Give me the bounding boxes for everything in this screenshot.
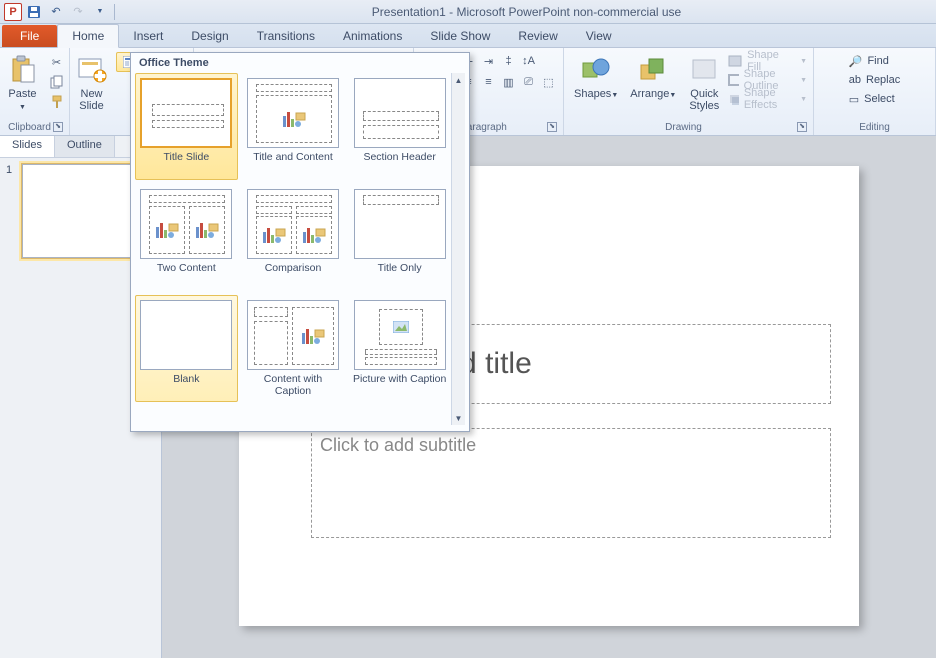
- binoculars-icon: 🔎: [849, 55, 863, 68]
- ribbon-tabs: File Home Insert Design Transitions Anim…: [0, 24, 936, 48]
- cursor-icon: ▭: [849, 93, 859, 106]
- arrange-button[interactable]: Arrange▼: [626, 52, 680, 104]
- window-title: Presentation1 - Microsoft PowerPoint non…: [117, 5, 936, 19]
- ribbon: Paste▼ ✂ Clipboard⬊ New Slide Layout ▼: [0, 48, 936, 136]
- layout-option-label: Picture with Caption: [353, 373, 446, 397]
- tab-home[interactable]: Home: [57, 24, 119, 48]
- quickstyles-button[interactable]: Quick Styles: [684, 52, 724, 114]
- justify-icon[interactable]: ≡: [480, 73, 498, 91]
- app-icon[interactable]: P: [4, 3, 22, 21]
- select-button[interactable]: ▭Select: [847, 90, 903, 108]
- find-button[interactable]: 🔎Find: [847, 52, 903, 70]
- paste-label: Paste: [8, 88, 36, 100]
- layout-option-label: Comparison: [265, 262, 322, 286]
- subtitle-placeholder[interactable]: Click to add subtitle: [311, 428, 831, 538]
- redo-icon[interactable]: ↷: [68, 2, 88, 22]
- inc-indent-icon[interactable]: ⇥: [480, 52, 498, 70]
- shape-effects-button[interactable]: Shape Effects▼: [728, 90, 807, 108]
- scroll-down-icon[interactable]: ▼: [452, 411, 465, 425]
- layout-option[interactable]: Title Only: [348, 184, 451, 291]
- layout-option[interactable]: Content with Caption: [242, 295, 345, 402]
- layout-gallery: Office Theme Title Slide Title and Conten…: [130, 52, 470, 432]
- file-tab[interactable]: File: [2, 25, 57, 47]
- layout-option-label: Blank: [173, 373, 199, 397]
- copy-icon[interactable]: [47, 72, 67, 92]
- save-icon[interactable]: [24, 2, 44, 22]
- tab-insert[interactable]: Insert: [119, 25, 177, 47]
- new-slide-button[interactable]: New Slide: [72, 52, 112, 114]
- panel-tab-slides[interactable]: Slides: [0, 136, 55, 157]
- replace-button[interactable]: abReplac: [847, 71, 903, 89]
- columns-icon[interactable]: ▥: [500, 73, 518, 91]
- qat-dropdown-icon[interactable]: ▼: [90, 2, 110, 22]
- shapes-label: Shapes: [574, 88, 611, 100]
- editing-group-label: Editing: [820, 121, 929, 135]
- group-drawing: Shapes▼ Arrange▼ Quick Styles Shape Fill…: [564, 48, 814, 135]
- layout-option-label: Title and Content: [253, 151, 333, 175]
- cut-icon[interactable]: ✂: [47, 52, 67, 72]
- quickstyles-label: Quick Styles: [689, 88, 719, 112]
- layout-option-label: Title Slide: [163, 151, 209, 175]
- drawing-group-label: Drawing: [665, 122, 702, 133]
- format-painter-icon[interactable]: [47, 92, 67, 112]
- title-bar: P ↶ ↷ ▼ Presentation1 - Microsoft PowerP…: [0, 0, 936, 24]
- layout-option[interactable]: Title and Content: [242, 73, 345, 180]
- layout-option[interactable]: Section Header: [348, 73, 451, 180]
- new-slide-label: New Slide: [79, 88, 103, 112]
- scroll-up-icon[interactable]: ▲: [452, 73, 465, 87]
- group-clipboard: Paste▼ ✂ Clipboard⬊: [0, 48, 70, 135]
- layout-option-label: Two Content: [157, 262, 216, 286]
- layout-option-label: Section Header: [363, 151, 435, 175]
- gallery-heading: Office Theme: [131, 53, 469, 73]
- layout-option[interactable]: Blank: [135, 295, 238, 402]
- gallery-scrollbar[interactable]: ▲ ▼: [451, 73, 465, 425]
- clipboard-launcher-icon[interactable]: ⬊: [53, 122, 63, 132]
- paragraph-launcher-icon[interactable]: ⬊: [547, 122, 557, 132]
- layout-option-label: Title Only: [378, 262, 422, 286]
- layout-option[interactable]: Two Content: [135, 184, 238, 291]
- undo-icon[interactable]: ↶: [46, 2, 66, 22]
- tab-animations[interactable]: Animations: [329, 25, 416, 47]
- drawing-launcher-icon[interactable]: ⬊: [797, 122, 807, 132]
- quick-access-toolbar: P ↶ ↷ ▼: [0, 2, 117, 22]
- clipboard-group-label: Clipboard: [8, 122, 51, 133]
- tab-transitions[interactable]: Transitions: [243, 25, 329, 47]
- layout-option[interactable]: Picture with Caption: [348, 295, 451, 402]
- tab-review[interactable]: Review: [504, 25, 571, 47]
- paste-button[interactable]: Paste▼: [3, 52, 43, 116]
- layout-option[interactable]: Title Slide: [135, 73, 238, 180]
- replace-icon: ab: [849, 74, 861, 86]
- line-spacing-icon[interactable]: ‡: [500, 52, 518, 70]
- arrange-label: Arrange: [630, 88, 669, 100]
- text-dir-icon[interactable]: ↕A: [520, 52, 538, 70]
- shapes-button[interactable]: Shapes▼: [570, 52, 622, 104]
- group-editing: 🔎Find abReplac ▭Select Editing: [814, 48, 936, 135]
- layout-option-label: Content with Caption: [245, 373, 342, 397]
- tab-view[interactable]: View: [572, 25, 626, 47]
- panel-tab-outline[interactable]: Outline: [55, 136, 115, 157]
- tab-design[interactable]: Design: [177, 25, 242, 47]
- layout-option[interactable]: Comparison: [242, 184, 345, 291]
- align-text-icon[interactable]: ⎚: [520, 73, 538, 91]
- smartart-icon[interactable]: ⬚: [540, 73, 558, 91]
- thumb-number: 1: [6, 164, 16, 176]
- tab-slideshow[interactable]: Slide Show: [416, 25, 504, 47]
